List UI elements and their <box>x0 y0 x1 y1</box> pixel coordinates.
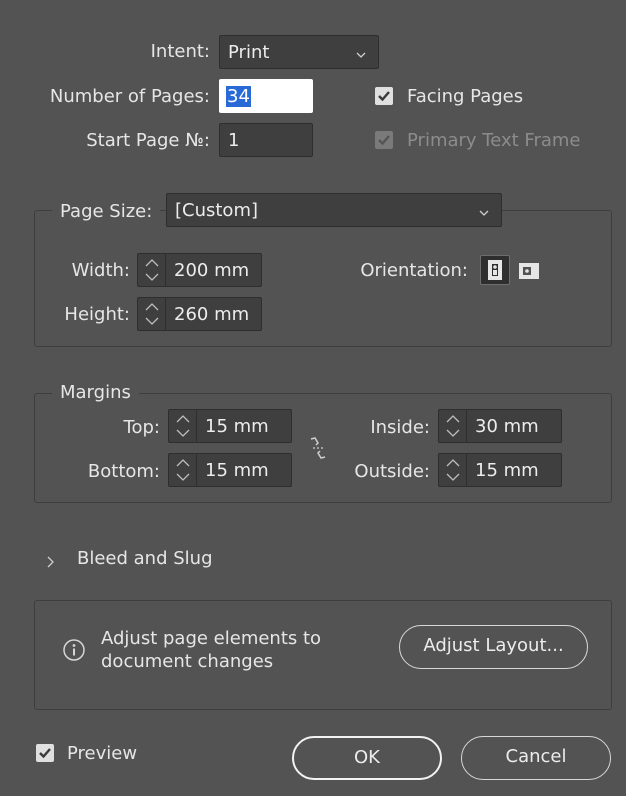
stepper-arrows-icon[interactable] <box>439 410 467 442</box>
checkmark-icon <box>378 135 390 146</box>
outside-margin-stepper[interactable]: 15 mm <box>438 453 562 487</box>
height-value: 260 mm <box>174 304 250 325</box>
start-page-label: Start Page №: <box>86 130 210 151</box>
portrait-orientation-button[interactable] <box>480 255 510 285</box>
facing-pages-label: Facing Pages <box>407 86 524 107</box>
inside-margin-value: 30 mm <box>475 416 539 437</box>
bottom-margin-stepper[interactable]: 15 mm <box>168 453 292 487</box>
inside-margin-label: Inside: <box>370 417 430 438</box>
preview-checkbox[interactable] <box>36 744 54 762</box>
primary-text-frame-checkbox[interactable] <box>375 131 393 149</box>
page-size-value: [Custom] <box>175 200 259 221</box>
margins-title: Margins <box>52 382 139 404</box>
orientation-label: Orientation: <box>360 260 468 281</box>
chevron-down-icon <box>356 44 366 58</box>
unlink-icon[interactable] <box>306 434 330 462</box>
width-stepper[interactable]: 200 mm <box>137 253 262 287</box>
adjust-layout-button[interactable]: Adjust Layout... <box>399 625 588 669</box>
stepper-arrows-icon[interactable] <box>138 298 166 330</box>
primary-text-frame-label: Primary Text Frame <box>407 130 581 151</box>
bleed-and-slug-toggle[interactable]: Bleed and Slug <box>77 548 213 570</box>
top-margin-value: 15 mm <box>205 416 269 437</box>
bottom-margin-value: 15 mm <box>205 460 269 481</box>
stepper-arrows-icon[interactable] <box>169 410 197 442</box>
number-of-pages-label: Number of Pages: <box>49 86 210 107</box>
disclosure-chevron-icon[interactable] <box>44 552 68 572</box>
cancel-button[interactable]: Cancel <box>461 736 611 780</box>
adjust-info-line1: Adjust page elements to <box>101 628 322 649</box>
ok-button[interactable]: OK <box>292 736 442 780</box>
outside-margin-value: 15 mm <box>475 460 539 481</box>
number-of-pages-input[interactable]: 34 <box>219 79 313 113</box>
number-of-pages-value: 34 <box>226 86 251 107</box>
height-label: Height: <box>64 304 130 325</box>
height-stepper[interactable]: 260 mm <box>137 297 262 331</box>
landscape-icon <box>519 263 539 279</box>
landscape-orientation-button[interactable] <box>516 258 542 284</box>
checkmark-icon <box>378 91 390 102</box>
checkmark-icon <box>39 748 51 759</box>
stepper-arrows-icon[interactable] <box>138 254 166 286</box>
stepper-arrows-icon[interactable] <box>169 454 197 486</box>
info-icon <box>62 638 86 662</box>
preview-label: Preview <box>67 743 138 764</box>
facing-pages-checkbox[interactable] <box>375 87 393 105</box>
inside-margin-stepper[interactable]: 30 mm <box>438 409 562 443</box>
top-margin-stepper[interactable]: 15 mm <box>168 409 292 443</box>
stepper-arrows-icon[interactable] <box>439 454 467 486</box>
intent-value: Print <box>228 42 270 63</box>
outside-margin-label: Outside: <box>354 461 430 482</box>
page-size-label: Page Size: <box>52 201 161 223</box>
top-margin-label: Top: <box>123 417 160 438</box>
width-value: 200 mm <box>174 260 250 281</box>
portrait-icon <box>488 260 502 280</box>
start-page-value: 1 <box>228 130 240 151</box>
intent-label: Intent: <box>150 41 210 62</box>
bottom-margin-label: Bottom: <box>87 461 160 482</box>
intent-dropdown[interactable]: Print <box>219 35 379 69</box>
chevron-down-icon <box>479 202 489 216</box>
width-label: Width: <box>71 260 130 281</box>
page-size-dropdown[interactable]: [Custom] <box>166 193 502 227</box>
adjust-info-line2: document changes <box>101 651 274 672</box>
start-page-input[interactable]: 1 <box>219 123 313 157</box>
